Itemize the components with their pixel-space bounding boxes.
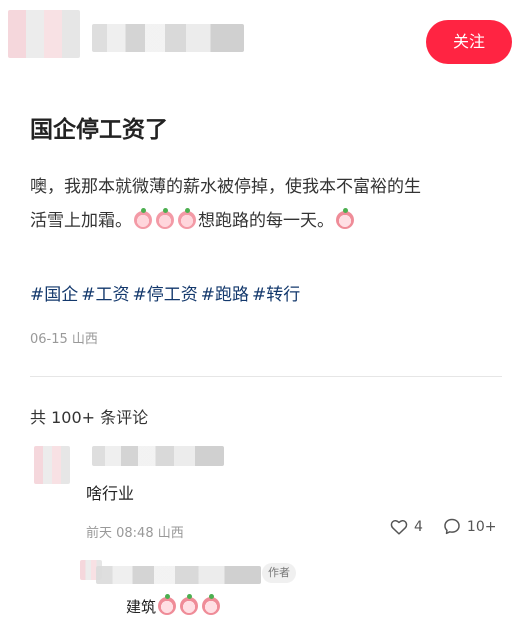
- tag-tinggongzi[interactable]: #停工资: [133, 285, 198, 305]
- post-date-location: 06-15 山西: [30, 332, 98, 347]
- comment-reply-button[interactable]: 10+: [443, 518, 497, 535]
- commenter-avatar[interactable]: [34, 446, 70, 484]
- reply-text: 建筑: [126, 594, 222, 617]
- post-body-line-1: 噢，我那本就微薄的薪水被停掉，使我本不富裕的生: [30, 177, 421, 197]
- divider: [30, 376, 502, 377]
- comment-meta: 前天 08:48 山西: [86, 526, 184, 541]
- crying-emoji-icon: [336, 208, 354, 229]
- follow-button[interactable]: 关注: [426, 20, 512, 64]
- like-count: 4: [414, 518, 423, 535]
- crying-emoji-icon: [202, 594, 221, 615]
- reply-count: 10+: [466, 518, 497, 535]
- tag-paolu[interactable]: #跑路: [201, 285, 249, 305]
- post-title: 国企停工资了: [30, 117, 168, 143]
- comment-actions: 4 10+: [390, 518, 496, 535]
- peach-emoji-icon: [134, 208, 152, 229]
- commenter-name[interactable]: [92, 446, 224, 466]
- tag-list: #国企 #工资 #停工资 #跑路 #转行: [30, 280, 303, 305]
- reply-author-name[interactable]: [96, 566, 261, 584]
- peach-emoji-icon: [178, 208, 196, 229]
- author-name[interactable]: [92, 24, 244, 52]
- comment-count: 共 100+ 条评论: [30, 408, 149, 427]
- tag-zhuanhang[interactable]: #转行: [252, 285, 300, 305]
- post-body-text-b: 想跑路的每一天。: [198, 211, 334, 231]
- post-body-text-a: 活雪上加霜。: [30, 211, 132, 231]
- post-body-line-2: 活雪上加霜。 想跑路的每一天。: [30, 204, 500, 238]
- tag-gongzi[interactable]: #工资: [81, 285, 129, 305]
- peach-emoji-icon: [156, 208, 174, 229]
- tag-guoqi[interactable]: #国企: [30, 285, 78, 305]
- heart-icon: [390, 519, 408, 535]
- comment-bubble-icon: [444, 518, 460, 535]
- crying-emoji-icon: [180, 594, 199, 615]
- comment-text: 啥行业: [86, 484, 135, 503]
- comment-like-button[interactable]: 4: [390, 519, 423, 535]
- crying-emoji-icon: [158, 594, 177, 615]
- post-body: 噢，我那本就微薄的薪水被停掉，使我本不富裕的生 活雪上加霜。 想跑路的每一天。: [30, 170, 500, 238]
- author-avatar[interactable]: [8, 10, 80, 58]
- reply-text-body: 建筑: [126, 598, 157, 616]
- author-badge: 作者: [262, 563, 296, 583]
